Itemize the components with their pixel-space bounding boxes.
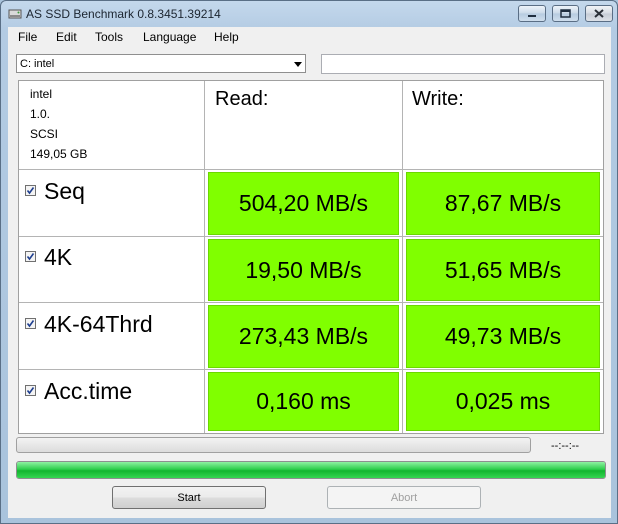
write-column-header: Write: xyxy=(412,88,464,110)
checkmark-icon xyxy=(26,187,35,195)
grid-divider xyxy=(204,81,205,433)
minimize-button[interactable] xyxy=(518,5,546,22)
checkmark-icon xyxy=(26,320,35,328)
title-bar[interactable]: AS SSD Benchmark 0.8.3451.39214 xyxy=(1,1,617,27)
4k-label: 4K xyxy=(44,244,73,270)
drive-firmware: 1.0. xyxy=(30,107,51,121)
close-button[interactable] xyxy=(585,5,613,22)
4k-write-value: 51,65 MB/s xyxy=(406,239,600,301)
grid-divider xyxy=(19,369,603,370)
4k-checkbox[interactable] xyxy=(25,251,36,262)
grid-divider xyxy=(19,302,603,303)
chevron-down-icon xyxy=(294,62,302,67)
menu-file[interactable]: File xyxy=(18,30,37,44)
client-area: File Edit Tools Language Help C: intel i… xyxy=(8,27,611,518)
menu-edit[interactable]: Edit xyxy=(56,30,77,44)
read-column-header: Read: xyxy=(215,88,269,110)
elapsed-time: --:--:-- xyxy=(551,440,580,452)
menu-bar: File Edit Tools Language Help xyxy=(8,27,611,47)
maximize-button[interactable] xyxy=(552,5,579,22)
drive-icon xyxy=(8,7,22,21)
checkmark-icon xyxy=(26,253,35,261)
drive-size: 149,05 GB xyxy=(30,147,88,161)
maximize-icon xyxy=(560,9,571,18)
seq-label: Seq xyxy=(44,178,85,204)
results-grid: intel 1.0. SCSI 149,05 GB Read: Write: S… xyxy=(18,80,604,434)
window-title: AS SSD Benchmark 0.8.3451.39214 xyxy=(26,7,221,21)
4k-read-value: 19,50 MB/s xyxy=(208,239,399,301)
4k-64thrd-write-value: 49,73 MB/s xyxy=(406,305,600,368)
overall-progress-bar xyxy=(16,461,606,479)
menu-tools[interactable]: Tools xyxy=(95,30,123,44)
grid-divider xyxy=(402,81,403,433)
drive-controller: SCSI xyxy=(30,127,59,141)
grid-divider xyxy=(19,169,603,170)
acc-time-checkbox[interactable] xyxy=(25,385,36,396)
menu-language[interactable]: Language xyxy=(143,30,196,44)
app-window: AS SSD Benchmark 0.8.3451.39214 File Edi… xyxy=(0,0,618,524)
acc-time-write-value: 0,025 ms xyxy=(406,372,600,431)
start-button[interactable]: Start xyxy=(112,486,266,509)
4k-64thrd-read-value: 273,43 MB/s xyxy=(208,305,399,368)
acc-time-label: Acc.time xyxy=(44,378,133,404)
abort-button[interactable]: Abort xyxy=(327,486,481,509)
path-field[interactable] xyxy=(321,54,605,74)
acc-time-read-value: 0,160 ms xyxy=(208,372,399,431)
seq-write-value: 87,67 MB/s xyxy=(406,172,600,235)
seq-checkbox[interactable] xyxy=(25,185,36,196)
checkmark-icon xyxy=(26,387,35,395)
4k-64thrd-checkbox[interactable] xyxy=(25,318,36,329)
seq-read-value: 504,20 MB/s xyxy=(208,172,399,235)
minimize-icon xyxy=(528,15,536,17)
test-progress-bar xyxy=(16,437,531,453)
4k-64thrd-label: 4K-64Thrd xyxy=(44,311,153,337)
overall-progress-fill xyxy=(17,462,605,478)
grid-divider xyxy=(19,236,603,237)
menu-help[interactable]: Help xyxy=(214,30,239,44)
drive-name: intel xyxy=(30,87,53,101)
close-icon xyxy=(594,9,604,18)
drive-dropdown[interactable]: C: intel xyxy=(16,54,306,73)
drive-dropdown-value: C: intel xyxy=(20,58,55,70)
